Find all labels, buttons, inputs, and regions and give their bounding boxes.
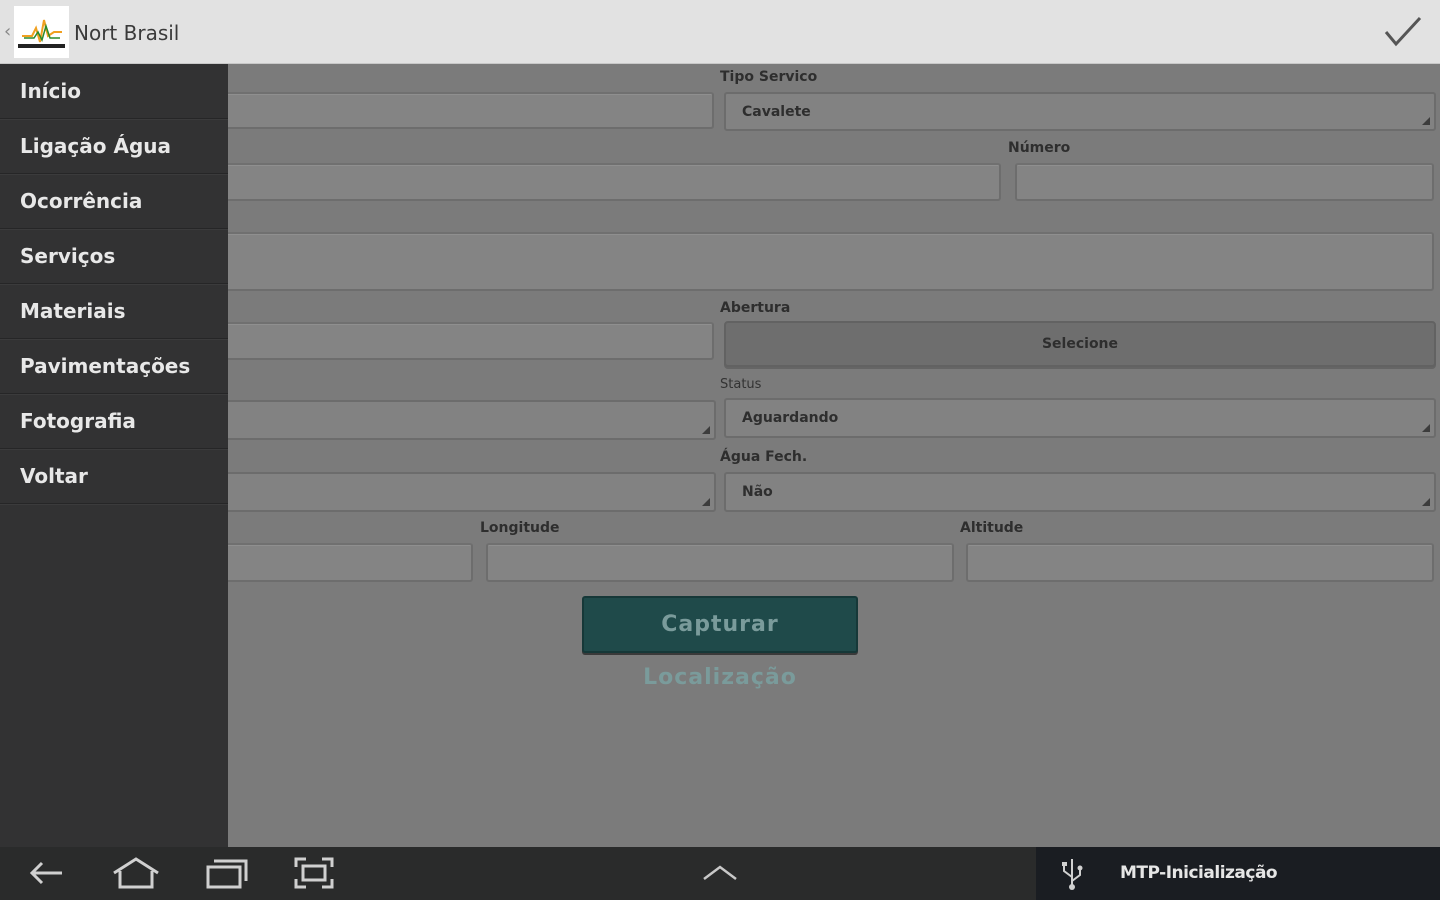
numero-field[interactable] <box>1015 163 1434 201</box>
capture-location-label: Capturar Localização <box>643 612 797 690</box>
usb-notification-text: MTP-Inicialização <box>1120 863 1278 883</box>
drawer-item-label: Serviços <box>20 244 116 268</box>
left-spinner-6[interactable] <box>228 472 716 512</box>
nort-brasil-logo-icon[interactable] <box>14 6 69 58</box>
status-label: Status <box>720 377 762 392</box>
status-spinner[interactable]: Aguardando <box>724 398 1436 438</box>
check-icon[interactable] <box>1380 12 1426 52</box>
agua-fech-value: Não <box>742 484 773 500</box>
screenshot-icon[interactable] <box>292 855 336 891</box>
spinner-corner-icon <box>702 426 710 434</box>
system-navigation-bar: MTP-Inicialização <box>0 847 1440 900</box>
back-icon[interactable] <box>24 855 68 891</box>
drawer-item-label: Fotografia <box>20 409 136 433</box>
drawer-item-label: Ocorrência <box>20 189 143 213</box>
home-icon[interactable] <box>110 855 162 891</box>
spinner-corner-icon <box>702 498 710 506</box>
agua-fech-spinner[interactable]: Não <box>724 472 1436 512</box>
address-field[interactable] <box>228 163 1001 201</box>
drawer-item-label: Ligação Água <box>20 134 171 158</box>
app-title: Nort Brasil <box>74 21 180 45</box>
drawer-item-inicio[interactable]: Início <box>0 64 228 119</box>
spinner-corner-icon <box>1422 117 1430 125</box>
altitude-field[interactable] <box>966 543 1434 582</box>
left-spinner-5[interactable] <box>228 400 716 440</box>
drawer-item-pavimentacoes[interactable]: Pavimentações <box>0 339 228 394</box>
numero-label: Número <box>1008 140 1071 156</box>
tipo-servico-value: Cavalete <box>742 104 811 120</box>
service-form: Tipo Servico Cavalete Número Abertura Se… <box>228 64 1440 847</box>
latitude-field[interactable] <box>228 543 473 582</box>
capture-location-button[interactable]: Capturar Localização <box>582 596 858 690</box>
action-bar: ‹ Nort Brasil <box>0 0 1440 64</box>
left-field-1[interactable] <box>228 92 714 129</box>
abertura-button-label: Selecione <box>1041 336 1119 352</box>
drawer-item-label: Pavimentações <box>20 354 191 378</box>
observation-field[interactable] <box>228 232 1434 291</box>
usb-icon <box>1062 859 1083 890</box>
navigation-drawer: Início Ligação Água Ocorrência Serviços … <box>0 64 228 847</box>
up-caret-icon[interactable]: ‹ <box>4 22 11 42</box>
drawer-item-ocorrencia[interactable]: Ocorrência <box>0 174 228 229</box>
tipo-servico-spinner[interactable]: Cavalete <box>724 92 1436 131</box>
drawer-item-label: Materiais <box>20 299 126 323</box>
menu-up-icon[interactable] <box>700 861 740 885</box>
longitude-field[interactable] <box>486 543 954 582</box>
altitude-label: Altitude <box>960 520 1024 536</box>
longitude-label: Longitude <box>480 520 560 536</box>
drawer-item-fotografia[interactable]: Fotografia <box>0 394 228 449</box>
status-value: Aguardando <box>742 410 839 426</box>
drawer-item-servicos[interactable]: Serviços <box>0 229 228 284</box>
left-field-4[interactable] <box>228 322 714 360</box>
recent-apps-icon[interactable] <box>204 855 250 891</box>
abertura-label: Abertura <box>720 300 791 316</box>
notification-area[interactable]: MTP-Inicialização <box>1036 847 1440 900</box>
drawer-item-label: Início <box>20 79 81 103</box>
tipo-servico-label: Tipo Servico <box>720 69 818 85</box>
agua-fech-label: Água Fech. <box>720 449 808 465</box>
spinner-corner-icon <box>1422 424 1430 432</box>
abertura-select-button[interactable]: Selecione <box>724 321 1436 367</box>
drawer-item-label: Voltar <box>20 464 88 488</box>
drawer-item-materiais[interactable]: Materiais <box>0 284 228 339</box>
drawer-item-ligacao-agua[interactable]: Ligação Água <box>0 119 228 174</box>
spinner-corner-icon <box>1422 498 1430 506</box>
drawer-item-voltar[interactable]: Voltar <box>0 449 228 504</box>
